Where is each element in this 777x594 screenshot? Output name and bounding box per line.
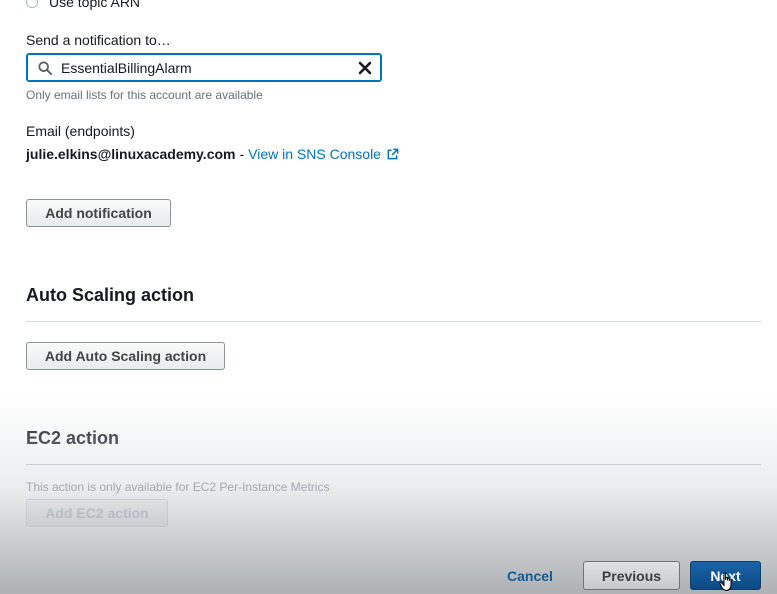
ec2-section-title: EC2 action [26, 428, 120, 448]
auto-scaling-divider [26, 321, 761, 322]
use-topic-arn-radio[interactable] [26, 0, 38, 8]
endpoint-email: julie.elkins@linuxacademy.com [26, 146, 236, 162]
email-list-hint: Only email lists for this account are av… [26, 88, 263, 102]
add-ec2-action-button[interactable]: Add EC2 action [26, 499, 168, 527]
ec2-action-note: This action is only available for EC2 Pe… [26, 480, 330, 494]
auto-scaling-section-title: Auto Scaling action [26, 285, 195, 305]
external-link-icon[interactable] [386, 148, 399, 161]
ec2-divider [26, 464, 761, 465]
hand-cursor-icon [719, 572, 732, 592]
previous-button[interactable]: Previous [583, 561, 680, 590]
notification-search-box[interactable] [26, 53, 382, 82]
use-topic-arn-option[interactable]: Use topic ARN [26, 0, 140, 12]
endpoint-separator: - [239, 146, 245, 162]
search-icon [38, 60, 52, 75]
email-endpoints-label: Email (endpoints) [26, 123, 135, 139]
cancel-button[interactable]: Cancel [507, 567, 553, 585]
add-auto-scaling-action-button[interactable]: Add Auto Scaling action [26, 342, 225, 370]
clear-icon[interactable] [358, 61, 372, 75]
send-notification-label: Send a notification to… [26, 32, 171, 48]
use-topic-arn-label: Use topic ARN [49, 0, 141, 10]
notification-topic-input[interactable] [61, 59, 358, 76]
view-in-sns-console-link[interactable]: View in SNS Console [248, 146, 381, 162]
endpoint-row: julie.elkins@linuxacademy.com - View in … [26, 146, 399, 162]
add-notification-button[interactable]: Add notification [26, 199, 171, 227]
